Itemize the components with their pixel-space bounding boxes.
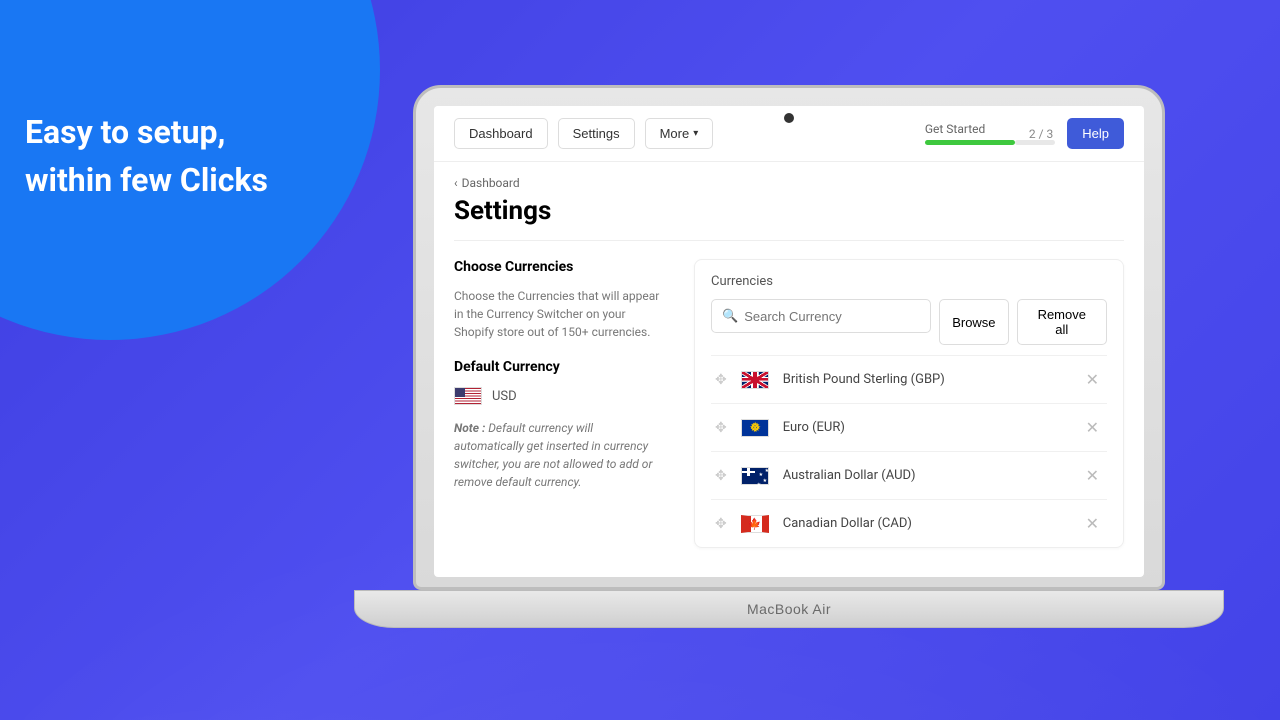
eu-flag-icon — [741, 419, 769, 437]
remove-currency-button[interactable]: ✕ — [1082, 418, 1103, 437]
currencies-panel: Currencies 🔍 Browse Remove all ✥ British … — [694, 259, 1124, 548]
choose-currencies-title: Choose Currencies — [454, 259, 664, 275]
remove-currency-button[interactable]: ✕ — [1082, 370, 1103, 389]
divider — [454, 240, 1124, 241]
drag-handle-icon[interactable]: ✥ — [715, 372, 727, 388]
laptop-bezel: Dashboard Settings More ▾ Get Started 2 … — [413, 85, 1165, 590]
nav-more-button[interactable]: More ▾ — [645, 118, 714, 149]
default-currency-note: Note : Default currency will automatical… — [454, 419, 664, 491]
laptop-base: MacBook Air — [354, 590, 1224, 628]
currency-name: Euro (EUR) — [783, 420, 1068, 435]
device-label: MacBook Air — [747, 601, 831, 617]
breadcrumb-label: Dashboard — [462, 176, 520, 190]
nav-dashboard-button[interactable]: Dashboard — [454, 118, 548, 149]
search-icon: 🔍 — [722, 309, 738, 324]
app-screen: Dashboard Settings More ▾ Get Started 2 … — [434, 106, 1144, 577]
progress-bar — [925, 140, 1015, 145]
au-flag-icon — [741, 467, 769, 485]
drag-handle-icon[interactable]: ✥ — [715, 468, 727, 484]
step-count: 2 / 3 — [1025, 127, 1057, 141]
drag-handle-icon[interactable]: ✥ — [715, 516, 727, 532]
nav-more-label: More — [660, 126, 690, 141]
default-currency-row: USD — [454, 387, 664, 405]
content-columns: Choose Currencies Choose the Currencies … — [454, 259, 1124, 548]
laptop-mockup: Dashboard Settings More ▾ Get Started 2 … — [413, 85, 1165, 640]
default-currency-code: USD — [492, 389, 517, 404]
promo-line-1: Easy to setup, — [25, 108, 268, 156]
currency-name: Australian Dollar (AUD) — [783, 468, 1068, 483]
get-started-progress: Get Started — [925, 122, 1015, 145]
remove-all-button[interactable]: Remove all — [1017, 299, 1107, 345]
remove-currency-button[interactable]: ✕ — [1082, 514, 1103, 533]
nav-settings-button[interactable]: Settings — [558, 118, 635, 149]
ca-flag-icon — [741, 515, 769, 533]
currency-name: Canadian Dollar (CAD) — [783, 516, 1068, 531]
page-body: ‹ Dashboard Settings Choose Currencies C… — [434, 162, 1144, 577]
search-box[interactable]: 🔍 — [711, 299, 931, 333]
get-started-label: Get Started — [925, 122, 1015, 136]
default-currency-title: Default Currency — [454, 359, 664, 375]
search-row: 🔍 Browse Remove all — [711, 299, 1107, 345]
left-column: Choose Currencies Choose the Currencies … — [454, 259, 664, 548]
help-button[interactable]: Help — [1067, 118, 1124, 149]
currency-row: ✥ British Pound Sterling (GBP) ✕ — [711, 355, 1107, 403]
currency-row: ✥ Canadian Dollar (CAD) ✕ — [711, 499, 1107, 547]
note-label: Note : — [454, 421, 485, 435]
currency-row: ✥ Australian Dollar (AUD) ✕ — [711, 451, 1107, 499]
promo-headline: Easy to setup, within few Clicks — [25, 108, 268, 204]
currency-list: ✥ British Pound Sterling (GBP) ✕ ✥ Euro (EUR… — [711, 355, 1107, 547]
chevron-down-icon: ▾ — [693, 128, 698, 139]
currencies-panel-title: Currencies — [711, 274, 1107, 289]
search-input[interactable] — [744, 309, 920, 324]
drag-handle-icon[interactable]: ✥ — [715, 420, 727, 436]
chevron-left-icon: ‹ — [454, 176, 458, 190]
breadcrumb[interactable]: ‹ Dashboard — [454, 176, 1124, 190]
remove-currency-button[interactable]: ✕ — [1082, 466, 1103, 485]
currency-name: British Pound Sterling (GBP) — [783, 372, 1068, 387]
camera-dot — [784, 113, 794, 123]
choose-currencies-desc: Choose the Currencies that will appear i… — [454, 287, 664, 341]
gb-flag-icon — [741, 371, 769, 389]
us-flag-icon — [454, 387, 482, 405]
currency-row: ✥ Euro (EUR) ✕ — [711, 403, 1107, 451]
promo-line-2: within few Clicks — [25, 156, 268, 204]
page-title: Settings — [454, 196, 1124, 226]
browse-button[interactable]: Browse — [939, 299, 1008, 345]
